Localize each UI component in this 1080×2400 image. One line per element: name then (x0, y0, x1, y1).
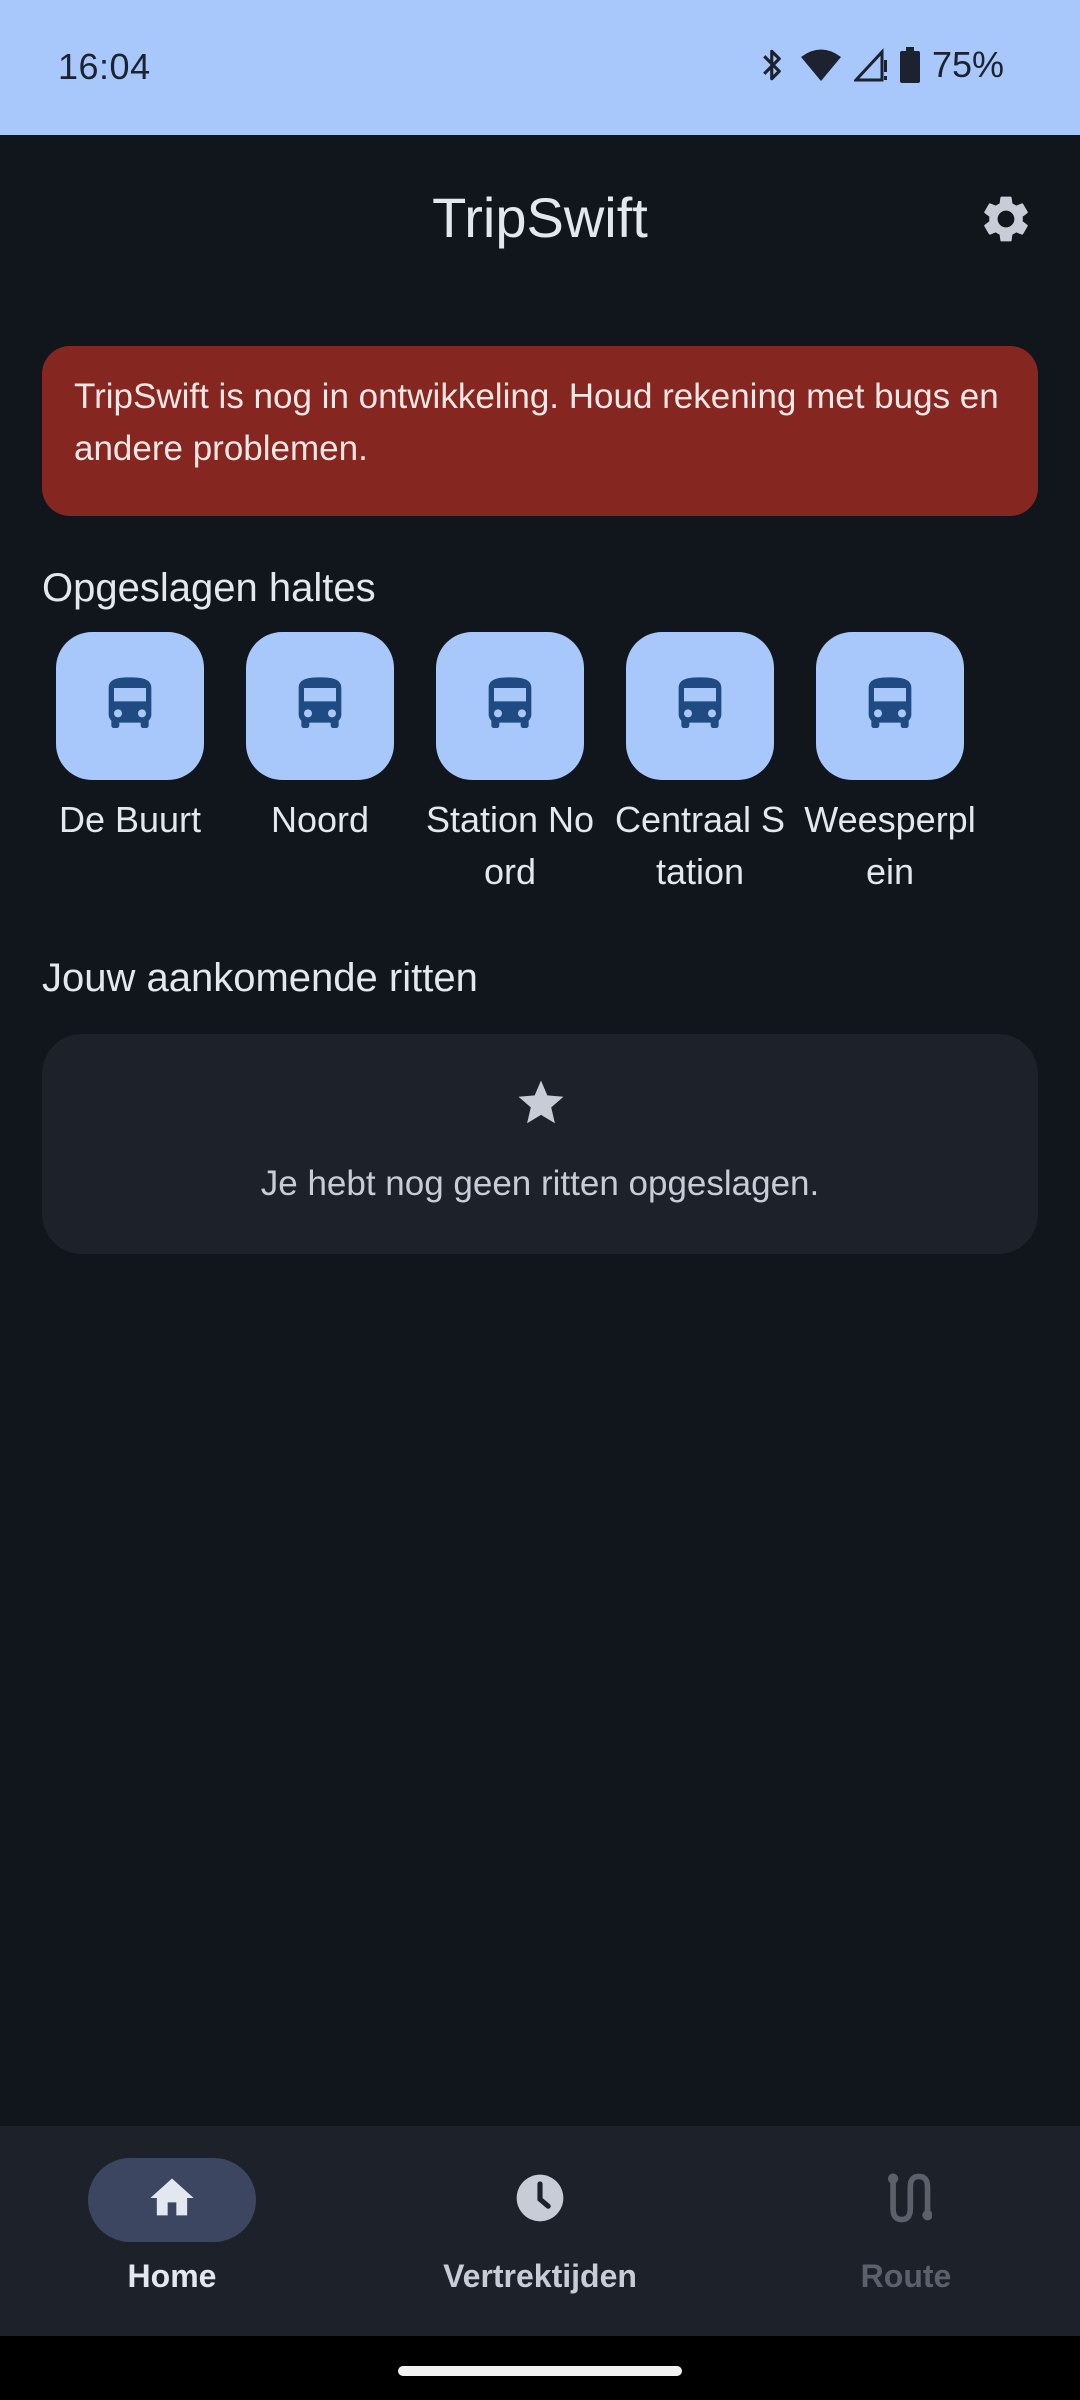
nav-home[interactable]: Home (22, 2158, 322, 2295)
nav-departures-label: Vertrektijden (443, 2258, 637, 2294)
status-icons: 75% (758, 44, 1004, 86)
stop-label: De Buurt (58, 799, 202, 840)
wifi-icon (800, 48, 842, 82)
gear-icon (978, 191, 1034, 252)
bus-icon (668, 668, 732, 745)
stop-tile (816, 632, 964, 780)
development-warning-banner: TripSwift is nog in ontwikkeling. Houd r… (42, 346, 1038, 516)
nav-route-indicator (822, 2158, 990, 2242)
stop-tile (626, 632, 774, 780)
home-gesture-handle[interactable] (398, 2366, 682, 2376)
stop-label: Weesperplein (804, 799, 976, 892)
star-icon (514, 1076, 568, 1135)
saved-stop-centraal-station[interactable]: Centraal Station (612, 632, 788, 898)
nav-departures-indicator (456, 2158, 624, 2242)
home-icon (146, 2172, 198, 2229)
upcoming-trips-title: Jouw aankomende ritten (42, 956, 478, 1000)
stop-tile (246, 632, 394, 780)
saved-stop-noord[interactable]: Noord (232, 632, 408, 846)
signal-icon (853, 48, 888, 82)
battery-level: 75% (931, 44, 1004, 85)
status-time: 16:04 (58, 46, 151, 87)
stop-label: Station Noord (425, 799, 595, 892)
stop-label: Noord (270, 799, 370, 840)
nav-route[interactable]: Route (756, 2158, 1056, 2295)
stop-tile (436, 632, 584, 780)
nav-home-label: Home (127, 2258, 217, 2294)
status-bar: 16:04 75% (0, 0, 1080, 135)
clock-icon (512, 2170, 568, 2231)
saved-stops-title: Opgeslagen haltes (42, 566, 376, 610)
bottom-navigation: Home Vertrektijden Route (0, 2126, 1080, 2336)
saved-stop-weesperplein[interactable]: Weesperplein (802, 632, 978, 898)
saved-stops-list: De Buurt Noord Station Noord Centraal St… (42, 632, 1042, 902)
settings-button[interactable] (970, 185, 1042, 257)
bus-icon (478, 668, 542, 745)
route-icon (880, 2170, 933, 2231)
nav-route-label: Route (860, 2258, 952, 2294)
nav-home-indicator (88, 2158, 256, 2242)
bus-icon (98, 668, 162, 745)
app-bar: TripSwift (0, 135, 1080, 305)
no-trips-message: Je hebt nog geen ritten opgeslagen. (260, 1164, 820, 1203)
app-title: TripSwift (432, 186, 648, 249)
bus-icon (858, 668, 922, 745)
saved-stop-de-buurt[interactable]: De Buurt (42, 632, 218, 846)
bus-icon (288, 668, 352, 745)
bluetooth-icon (758, 46, 788, 84)
battery-icon (899, 47, 920, 83)
stop-tile (56, 632, 204, 780)
saved-stop-station-noord[interactable]: Station Noord (422, 632, 598, 898)
nav-departures[interactable]: Vertrektijden (390, 2158, 690, 2295)
upcoming-trips-card: Je hebt nog geen ritten opgeslagen. (42, 1034, 1038, 1254)
stop-label: Centraal Station (614, 799, 786, 892)
